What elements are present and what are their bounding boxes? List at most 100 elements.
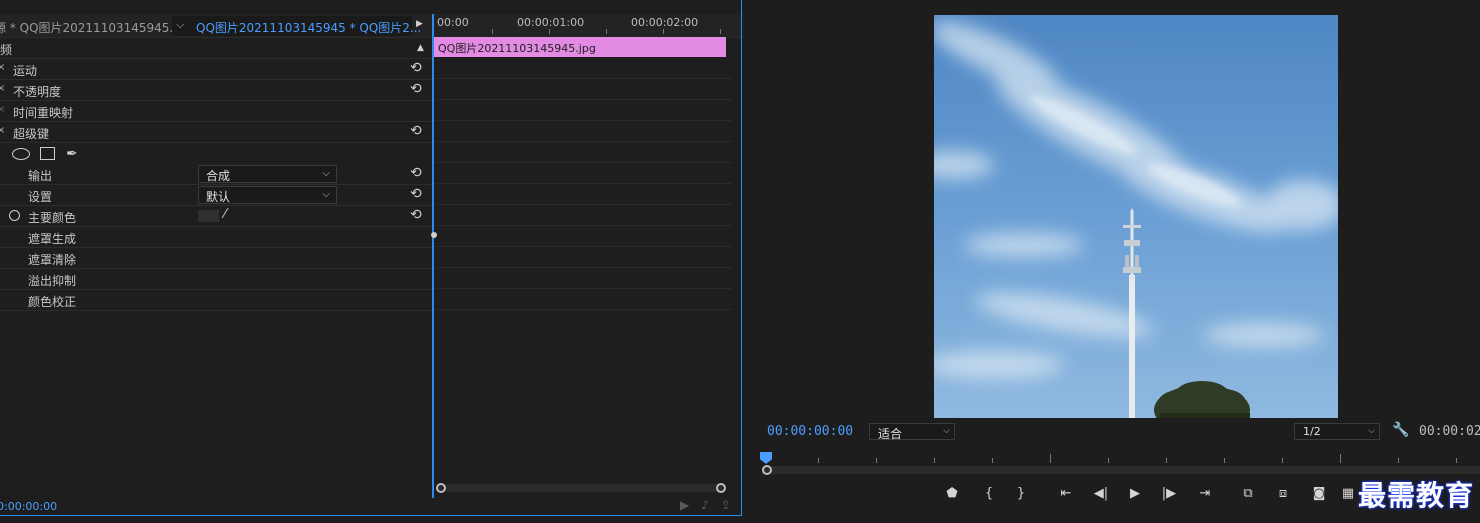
reset-icon[interactable]: ⟲ xyxy=(410,165,422,181)
group-label: 颜色校正 xyxy=(28,295,77,309)
setting-dropdown[interactable]: 默认 ⌵ xyxy=(198,186,337,204)
ruler-tick xyxy=(1398,458,1399,463)
param-label: 输出 xyxy=(28,169,53,183)
fx-toggle-icon[interactable]: × xyxy=(0,104,5,115)
ruler-tick xyxy=(549,29,550,34)
collapse-up-icon[interactable]: ▲ xyxy=(417,43,424,53)
ruler-tick xyxy=(1340,454,1341,463)
effect-label: 时间重映射 xyxy=(13,106,74,120)
source-clip-label[interactable]: 源 * QQ图片20211103145945.jpg xyxy=(0,19,192,36)
track-divider xyxy=(434,99,732,100)
play-only-audio-icon[interactable]: ▶ xyxy=(416,19,423,29)
export-icon[interactable]: ⇪ xyxy=(721,498,741,512)
ruler-tick xyxy=(992,458,993,463)
rectangle-mask-icon[interactable] xyxy=(40,147,55,160)
dropdown-value: 合成 xyxy=(206,169,231,183)
button-editor-icon[interactable]: ▦ xyxy=(1336,486,1360,501)
effect-label: 超级键 xyxy=(13,127,50,141)
ruler-tick xyxy=(663,29,664,34)
playback-resolution-dropdown[interactable]: 1/2 ⌵ xyxy=(1294,423,1380,440)
reset-icon[interactable]: ⟲ xyxy=(410,186,422,202)
program-time-ruler[interactable] xyxy=(758,450,1480,464)
effect-time-remap[interactable]: × 时间重映射 xyxy=(0,101,432,122)
program-video-frame[interactable] xyxy=(934,15,1338,418)
camera-icon[interactable]: ◙ xyxy=(1307,486,1331,501)
track-divider xyxy=(434,204,732,205)
chevron-down-icon: ⌵ xyxy=(943,426,950,436)
reset-icon[interactable]: ⟲ xyxy=(410,123,422,139)
effect-opacity[interactable]: × 不透明度 ⟲ xyxy=(0,80,432,101)
mark-in-icon[interactable]: { xyxy=(977,486,1001,501)
program-zoom-scrollbar[interactable] xyxy=(762,465,1480,475)
watermark-logo: 最需教育 xyxy=(1358,479,1475,512)
zoom-level-dropdown[interactable]: 适合 ⌵ xyxy=(869,423,955,441)
step-forward-icon[interactable]: |▶ xyxy=(1157,486,1181,501)
clip-bar[interactable]: QQ图片20211103145945.jpg xyxy=(434,37,726,57)
track-divider xyxy=(434,246,732,247)
section-video[interactable]: 视频 ▲ xyxy=(0,38,432,59)
group-label: 溢出抑制 xyxy=(28,274,77,288)
step-back-icon[interactable]: ◀| xyxy=(1089,486,1113,501)
extract-icon[interactable]: ⧈ xyxy=(1271,486,1295,501)
reset-icon[interactable]: ⟲ xyxy=(410,60,422,76)
key-color-swatch[interactable] xyxy=(198,210,219,222)
reset-icon[interactable]: ⟲ xyxy=(410,81,422,97)
play-icon[interactable]: ▶ xyxy=(1123,486,1147,501)
go-to-out-icon[interactable]: ⇥ xyxy=(1193,486,1217,501)
ruler-tick xyxy=(1224,458,1225,463)
mask-shape-tools: ✒ xyxy=(0,143,432,164)
pen-mask-icon[interactable]: ✒ xyxy=(66,146,78,162)
group-label: 遮罩生成 xyxy=(28,232,77,246)
add-marker-icon[interactable]: ⬟ xyxy=(940,486,964,501)
go-to-in-icon[interactable]: ⇤ xyxy=(1054,486,1078,501)
audio-icon[interactable]: ▶♪ xyxy=(680,498,721,512)
playhead-timecode[interactable]: 00:00:00:00 xyxy=(767,424,853,439)
ruler-tick xyxy=(934,458,935,463)
track-divider xyxy=(434,225,732,226)
fx-toggle-icon[interactable]: × xyxy=(0,62,5,73)
ruler-tick xyxy=(1166,458,1167,463)
output-dropdown[interactable]: 合成 ⌵ xyxy=(198,165,337,183)
effect-motion[interactable]: × 运动 ⟲ xyxy=(0,59,432,80)
chevron-down-icon: ⌵ xyxy=(176,18,185,31)
section-label: 视频 xyxy=(0,43,13,57)
lift-icon[interactable]: ⧉ xyxy=(1236,486,1260,501)
track-divider xyxy=(434,162,732,163)
eyedropper-icon[interactable]: ⁄ xyxy=(224,207,226,222)
reset-icon[interactable]: ⟲ xyxy=(410,207,422,223)
scroll-handle-left[interactable] xyxy=(762,465,772,475)
param-key-color: 主要颜色 ⁄ ⟲ xyxy=(0,206,432,227)
ellipse-mask-icon[interactable] xyxy=(12,148,30,160)
tick-label: 00:00 xyxy=(437,16,469,29)
sequence-clip-dropdown[interactable]: ⌵ QQ图片20211103145945 * QQ图片2... xyxy=(172,16,421,36)
scroll-handle-left[interactable] xyxy=(436,483,446,493)
fx-toggle-icon[interactable]: × xyxy=(0,125,5,136)
chevron-down-icon: ⌵ xyxy=(322,168,330,179)
effect-ultra-key[interactable]: × 超级键 ⟲ xyxy=(0,122,432,143)
time-ruler[interactable]: 00:00 00:00:01:00 00:00:02:00 xyxy=(434,14,732,36)
ruler-tick xyxy=(1108,458,1109,463)
group-color-correction[interactable]: 颜色校正 xyxy=(0,290,432,311)
param-label: 主要颜色 xyxy=(28,211,77,225)
param-setting: 设置 默认 ⌵ ⟲ xyxy=(0,185,432,206)
track-divider xyxy=(434,288,732,289)
current-time-display[interactable]: 00:00:00:00 xyxy=(0,500,57,513)
fx-toggle-icon[interactable]: × xyxy=(0,83,5,94)
mark-out-icon[interactable]: } xyxy=(1009,486,1033,501)
effect-controls-panel: 源 * QQ图片20211103145945.jpg ⌵ QQ图片2021110… xyxy=(0,0,742,516)
group-matte-cleanup[interactable]: 遮罩清除 xyxy=(0,248,432,269)
group-spill-suppression[interactable]: 溢出抑制 xyxy=(0,269,432,290)
effect-label: 不透明度 xyxy=(13,85,62,99)
tick-label: 00:00:02:00 xyxy=(631,16,699,29)
stopwatch-icon[interactable] xyxy=(9,210,20,221)
wrench-icon[interactable]: 🔧 xyxy=(1392,422,1409,438)
dropdown-value: 1/2 xyxy=(1303,425,1321,438)
keyframe-marker[interactable] xyxy=(431,232,437,238)
group-matte-generation[interactable]: 遮罩生成 xyxy=(0,227,432,248)
sky-tower-image xyxy=(934,15,1338,418)
scroll-handle-right[interactable] xyxy=(716,483,726,493)
ruler-tick xyxy=(606,29,607,34)
track-divider xyxy=(434,141,732,142)
timeline-zoom-scrollbar[interactable] xyxy=(436,483,726,493)
effect-property-list: 视频 ▲ × 运动 ⟲ × 不透明度 ⟲ × 时间重映射 × 超级键 ⟲ ✒ 输… xyxy=(0,38,432,311)
